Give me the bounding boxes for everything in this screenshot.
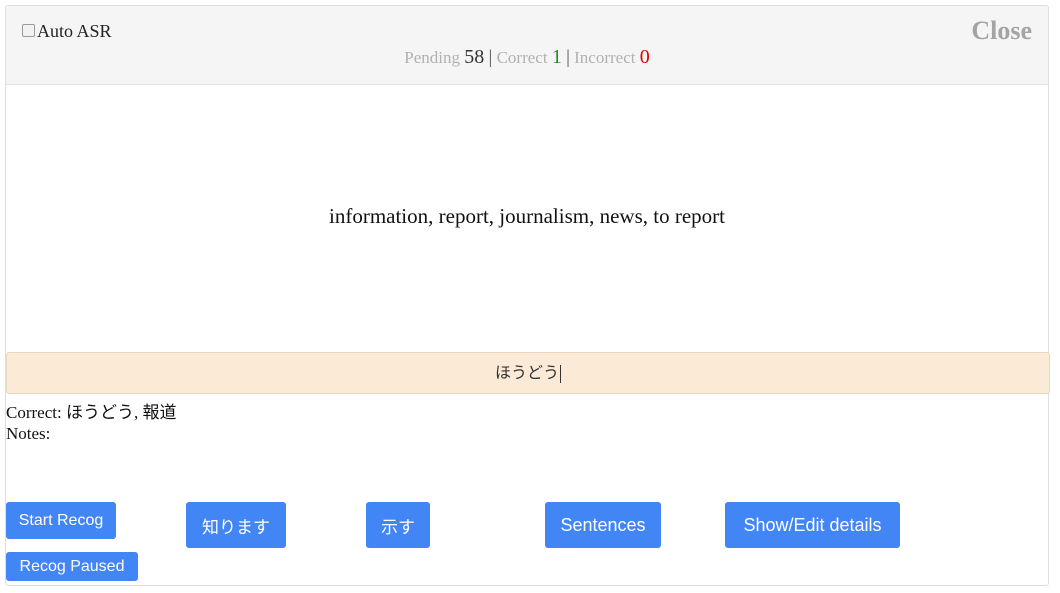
pending-label: Pending [404, 48, 461, 67]
answer-input[interactable]: ほうどう [6, 352, 1050, 394]
review-panel: Auto ASR Close Pending 58 | Correct 1 | … [5, 5, 1050, 586]
review-header: Auto ASR Close Pending 58 | Correct 1 | … [6, 6, 1048, 85]
prompt-meaning: information, report, journalism, news, t… [329, 204, 725, 228]
review-stats: Pending 58 | Correct 1 | Incorrect 0 [6, 46, 1048, 69]
stats-separator: | [488, 47, 493, 68]
correct-label: Correct [496, 48, 548, 67]
pending-count: 58 [464, 46, 485, 68]
start-recog-button[interactable]: Start Recog [6, 502, 116, 539]
incorrect-count: 0 [639, 46, 650, 68]
correct-answer-text: Correct: ほうどう, 報道 [6, 403, 177, 422]
auto-asr-checkbox[interactable] [22, 23, 35, 37]
auto-asr-toggle[interactable]: Auto ASR [22, 21, 112, 42]
kanji-option-2-button[interactable]: 示す [366, 502, 430, 548]
recog-paused-button[interactable]: Recog Paused [6, 552, 138, 581]
stats-separator: | [566, 47, 570, 68]
show-edit-details-button[interactable]: Show/Edit details [725, 502, 900, 548]
close-button[interactable]: Close [971, 16, 1032, 46]
incorrect-label: Incorrect [574, 48, 636, 67]
sentences-button[interactable]: Sentences [545, 502, 661, 548]
correct-count: 1 [551, 46, 562, 68]
text-caret [560, 364, 561, 383]
answer-input-value: ほうどう [494, 363, 559, 382]
kanji-option-1-button[interactable]: 知ります [186, 502, 286, 548]
auto-asr-label: Auto ASR [37, 21, 112, 41]
notes-text: Notes: [6, 424, 51, 443]
